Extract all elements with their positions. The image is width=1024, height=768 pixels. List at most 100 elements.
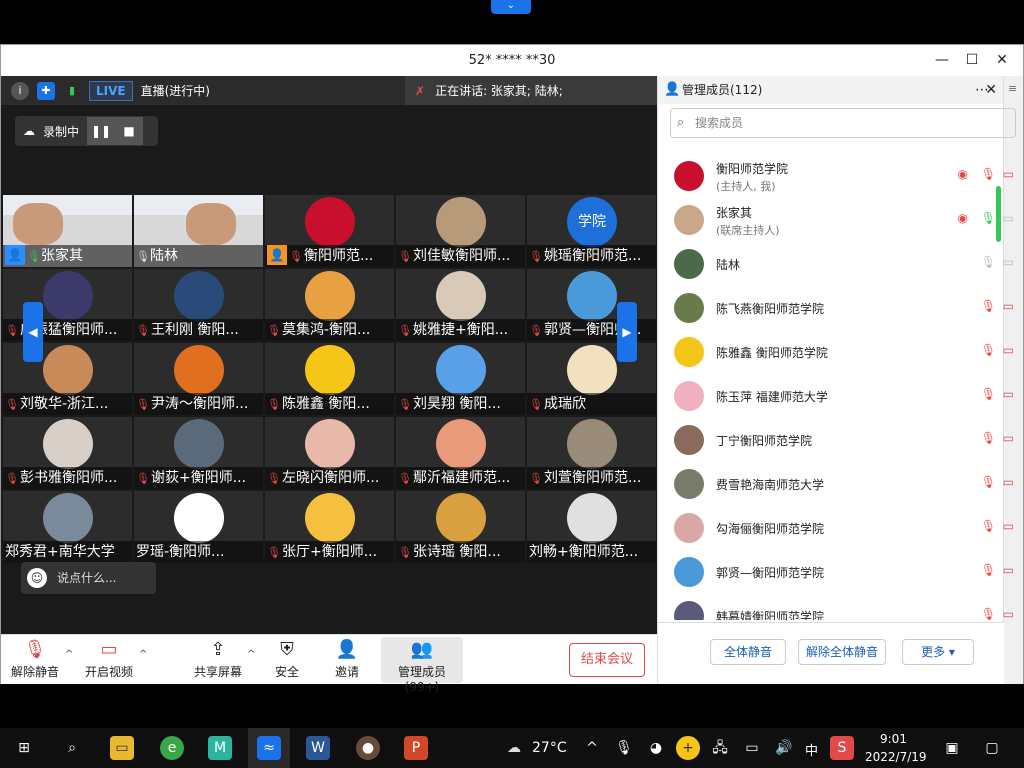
mic-muted-icon[interactable]: 🎙 (981, 519, 996, 533)
mic-muted-icon[interactable]: 🎙 (981, 607, 996, 620)
member-row[interactable]: 费雪艳海南师范大学 🎙 ▭ (658, 462, 1014, 506)
weather-icon[interactable]: ☁ (502, 736, 526, 760)
video-off-icon[interactable]: ▭ (1003, 211, 1014, 225)
member-row[interactable]: 陆林 🎙 ▭ (658, 242, 1014, 286)
unmute-button[interactable]: 🎙 解除静音 (11, 637, 59, 680)
video-off-icon[interactable]: ▭ (1003, 607, 1014, 620)
participant-tile[interactable]: 🎙张诗瑶 衡阳... (396, 491, 525, 563)
mic-muted-icon[interactable]: 🎙 (981, 387, 996, 401)
mic-muted-icon[interactable]: 🎙 (981, 299, 996, 313)
member-row[interactable]: 丁宁衡阳师范学院 🎙 ▭ (658, 418, 1014, 462)
participant-tile[interactable]: 👤 🎙张家其 (3, 195, 132, 267)
participants-button[interactable]: 👥 管理成员(99+) (381, 637, 463, 694)
sogou-icon[interactable]: S (830, 736, 854, 760)
member-row[interactable]: 韩慕婧衡阳师范学院 🎙 ▭ (658, 594, 1014, 620)
ime-indicator[interactable]: 中 (805, 740, 818, 759)
end-meeting-button[interactable]: 结束会议 (569, 643, 645, 677)
participant-tile[interactable]: 👤 🎙衡阳师范... (265, 195, 394, 267)
scrollbar[interactable] (996, 186, 1001, 242)
word-icon[interactable]: W (306, 736, 330, 760)
member-row[interactable]: 陈雅鑫 衡阳师范学院 🎙 ▭ (658, 330, 1014, 374)
video-off-icon[interactable]: ▭ (1003, 563, 1014, 577)
mic-muted-icon[interactable]: 🎙 (981, 343, 996, 357)
participant-tile[interactable]: 🎙谢荻+衡阳师... (134, 417, 263, 489)
video-off-icon[interactable]: ▭ (1003, 475, 1014, 489)
network-icon[interactable]: 🖧 (708, 736, 732, 760)
emoji-icon[interactable]: ☺ (27, 568, 47, 588)
member-row[interactable]: 陈玉萍 福建师范大学 🎙 ▭ (658, 374, 1014, 418)
prev-page-icon[interactable]: ◀ (23, 302, 43, 362)
member-search-input[interactable]: ⌕ 搜索成员 (670, 108, 1016, 138)
powerpoint-icon[interactable]: P (404, 736, 428, 760)
mic-muted-icon[interactable]: 🎙 (981, 167, 996, 181)
mic-muted-icon[interactable]: 🎙 (981, 431, 996, 445)
participant-tile[interactable]: 🎙张厅+衡阳师... (265, 491, 394, 563)
browser-icon[interactable]: e (160, 736, 184, 760)
pause-icon[interactable]: ❚❚ (87, 117, 116, 145)
participant-tile[interactable]: 🎙尹涛～衡阳师... (134, 343, 263, 415)
member-row[interactable]: 陈飞燕衡阳师范学院 🎙 ▭ (658, 286, 1014, 330)
participant-tile[interactable]: 🎙莫集鸿-衡阳... (265, 269, 394, 341)
info-icon[interactable]: i (11, 81, 29, 100)
mute-all-button[interactable]: 全体静音 (710, 639, 786, 665)
participant-tile[interactable]: 刘畅+衡阳师范... (527, 491, 656, 563)
video-off-icon[interactable]: ▭ (1003, 167, 1014, 181)
participant-tile[interactable]: 🎙陈雅鑫 衡阳... (265, 343, 394, 415)
next-page-icon[interactable]: ▶ (617, 302, 637, 362)
eye-icon[interactable]: ◉ (958, 211, 968, 225)
video-off-icon[interactable]: ▭ (1003, 519, 1014, 533)
search-icon[interactable]: ⌕ (60, 736, 84, 760)
close-panel-icon[interactable]: ✕ (985, 76, 997, 104)
video-off-icon[interactable]: ▭ (1003, 343, 1014, 357)
participant-tile[interactable]: 🎙陆林 (134, 195, 263, 267)
eye-icon[interactable]: ◉ (958, 167, 968, 181)
chevron-up-icon[interactable]: ^ (580, 736, 604, 760)
participant-tile[interactable]: 🎙左晓闪衡阳师... (265, 417, 394, 489)
share-screen-button[interactable]: ⇪ 共享屏幕 (194, 637, 242, 680)
minimize-icon[interactable]: — (927, 49, 957, 71)
invite-button[interactable]: 👤 邀请 (335, 637, 359, 680)
participant-tile[interactable]: 🎙姚雅捷+衡阳... (396, 269, 525, 341)
display-icon[interactable]: ▭ (740, 736, 764, 760)
more-button[interactable]: 更多 ▾ (902, 639, 974, 665)
video-off-icon[interactable]: ▭ (1003, 255, 1014, 269)
video-off-icon[interactable]: ▭ (1003, 431, 1014, 445)
show-desktop-icon[interactable]: ▣ (940, 736, 964, 760)
clock-time[interactable]: 9:01 (880, 732, 907, 746)
qq-icon[interactable]: ◕ (644, 736, 668, 760)
clock-date[interactable]: 2022/7/19 (865, 750, 927, 764)
chevron-up-icon[interactable]: ^ (65, 649, 73, 660)
live-badge[interactable]: LIVE (89, 80, 133, 101)
file-explorer-icon[interactable]: ▭ (110, 736, 134, 760)
plus-icon[interactable]: + (676, 736, 700, 760)
unmute-all-button[interactable]: 解除全体静音 (798, 639, 886, 665)
chevron-down-icon[interactable]: ⌄ (491, 0, 531, 14)
mic-muted-icon[interactable]: 🎙 (981, 563, 996, 577)
member-row[interactable]: 郭贤—衡阳师范学院 🎙 ▭ (658, 550, 1014, 594)
app-m-icon[interactable]: M (208, 736, 232, 760)
video-off-icon[interactable]: ▭ (1003, 299, 1014, 313)
participant-tile[interactable]: 🎙彭书雅衡阳师... (3, 417, 132, 489)
video-off-icon[interactable]: ▭ (1003, 387, 1014, 401)
participant-tile[interactable]: 罗瑶-衡阳师... (134, 491, 263, 563)
participant-tile[interactable]: 🎙刘萱衡阳师范... (527, 417, 656, 489)
participant-tile[interactable]: 🎙王利刚 衡阳... (134, 269, 263, 341)
security-button[interactable]: ⛨ 安全 (275, 637, 299, 680)
close-icon[interactable]: ✕ (987, 49, 1017, 71)
chevron-up-icon[interactable]: ^ (139, 649, 147, 660)
participant-tile[interactable]: 🎙刘昊翔 衡阳... (396, 343, 525, 415)
menu-icon[interactable]: ≡ (1008, 82, 1017, 95)
start-video-button[interactable]: ▭ 开启视频 (85, 637, 133, 680)
windows-start-icon[interactable]: ⊞ (12, 736, 36, 760)
shield-icon[interactable]: ✚ (37, 81, 55, 100)
participant-tile[interactable]: 🎙鄢沂福建师范... (396, 417, 525, 489)
participant-tile[interactable]: 🎙刘佳敏衡阳师... (396, 195, 525, 267)
meeting-app-icon[interactable]: ≈ (257, 736, 281, 760)
stop-icon[interactable]: ■ (115, 117, 144, 145)
member-row[interactable]: 张家其 (联席主持人) ◉ 🎙 ▭ (658, 198, 1014, 242)
member-row[interactable]: 衡阳师范学院 (主持人, 我) ◉ 🎙 ▭ (658, 154, 1014, 198)
signal-icon[interactable]: ▮ (63, 82, 81, 100)
mic-icon[interactable]: 🎙 (981, 211, 996, 225)
photo-app-icon[interactable]: ● (356, 736, 380, 760)
notification-icon[interactable]: ▢ (980, 736, 1004, 760)
